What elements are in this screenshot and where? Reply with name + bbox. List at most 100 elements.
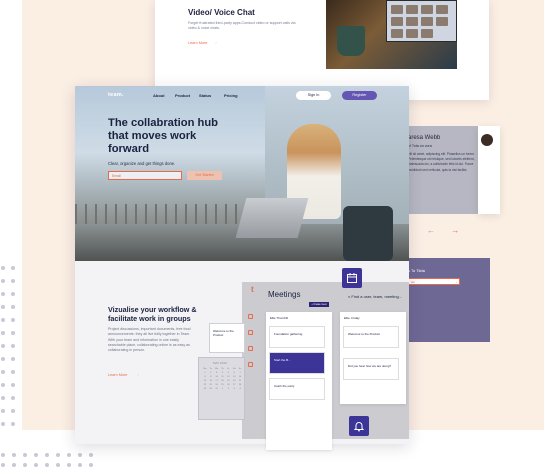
mini-calendar: MAY 2019 Mo Tu We Th Fr Sa Su 1 2 3 4 5 6 7 8 9 10 11 12 13… <box>198 357 245 420</box>
dot <box>11 422 15 426</box>
email-input[interactable]: Email <box>108 171 182 180</box>
dot <box>1 383 5 387</box>
floating-card-title: Welcome to the Product <box>213 329 234 337</box>
dot <box>1 422 5 426</box>
dot <box>11 344 15 348</box>
nav-item-status[interactable]: Status <box>199 93 211 98</box>
section-body: Project discussions, important documents… <box>108 327 191 353</box>
calendar-icon[interactable] <box>342 268 362 288</box>
cta-input-text: am <box>411 280 416 284</box>
feature-title: Video/ Voice Chat <box>188 8 255 17</box>
hero-headline: The collabration hub that moves work for… <box>108 117 219 155</box>
calendar-month: MAY 2019 <box>213 361 227 365</box>
dot <box>11 331 15 335</box>
get-started-button[interactable]: Get Started <box>187 171 222 180</box>
calendar-icon[interactable] <box>248 346 253 351</box>
meetings-column: Ellie Thornhill Foundation gathering Sta… <box>266 312 332 450</box>
dot <box>11 409 15 413</box>
meeting-card-title: Start the B... <box>274 358 291 362</box>
arrow-left-icon[interactable]: ← <box>427 226 435 235</box>
calendar-day[interactable]: 14 <box>237 376 243 378</box>
dot <box>23 463 27 467</box>
laptop-screen <box>386 0 457 42</box>
testimonial-quote: elit sit amet, adipiscing elit. Phasellu… <box>408 152 475 172</box>
feature-learn-more[interactable]: Learn More › <box>188 41 217 45</box>
details-column: Ellie, Friday Welcome to the Product Did… <box>340 312 406 404</box>
dot <box>89 453 93 457</box>
user-icon[interactable] <box>248 362 253 367</box>
testimonial-role: of Tota on vora <box>408 144 432 148</box>
bell-icon[interactable] <box>349 416 369 436</box>
arrow-right-icon[interactable]: → <box>451 226 459 235</box>
hero-photo-chair <box>343 206 393 261</box>
nav-item-product[interactable]: Product <box>175 93 190 98</box>
dot <box>78 453 82 457</box>
dot <box>1 396 5 400</box>
nav-item-about[interactable]: About <box>153 93 165 98</box>
register-button[interactable]: Register <box>342 91 377 100</box>
meetings-app-mockup: t Meetings + Create meet ⌕ Find a user, … <box>242 282 409 450</box>
dot <box>12 453 16 457</box>
dot <box>1 292 5 296</box>
sign-in-button[interactable]: Sign In <box>296 91 331 100</box>
dot <box>45 463 49 467</box>
grid-icon[interactable] <box>248 314 253 319</box>
dot <box>89 463 93 467</box>
dot <box>34 463 38 467</box>
dot <box>11 383 15 387</box>
chat-icon[interactable] <box>248 330 253 335</box>
nav-item-pricing[interactable]: Pricing <box>224 93 238 98</box>
dot <box>11 370 15 374</box>
dot <box>1 370 5 374</box>
dot <box>1 266 5 270</box>
meeting-card[interactable]: Catch the party <box>269 378 325 400</box>
hero-section: team. About Product Status Pricing Sign … <box>75 86 409 261</box>
dot <box>1 279 5 283</box>
calendar-weekday: Su <box>238 368 242 370</box>
meeting-card-active[interactable]: Start the B... <box>269 352 325 374</box>
create-meet-button[interactable]: + Create meet <box>309 302 329 307</box>
calendar-day[interactable]: 7 <box>237 372 243 374</box>
dot <box>1 409 5 413</box>
cta-input[interactable]: am › <box>408 278 460 285</box>
dot <box>11 357 15 361</box>
hero-subtitle: Clear, organize and get things done. <box>108 161 176 166</box>
showcase-stage: Video/ Voice Chat Forget frustrated thir… <box>0 0 544 467</box>
dot <box>23 453 27 457</box>
dot <box>1 305 5 309</box>
feature-description: Forget frustrated third-party apps.Condu… <box>188 21 296 30</box>
chevron-right-icon: › <box>456 280 457 284</box>
floating-meeting-card[interactable]: Welcome to the Product <box>209 323 245 353</box>
calendar-day[interactable]: 28 <box>237 384 243 386</box>
avatar <box>481 134 493 146</box>
dot <box>11 279 15 283</box>
app-search[interactable]: ⌕ Find a user, team, meeting... <box>348 294 402 299</box>
calendar-day[interactable]: 21 <box>237 380 243 382</box>
app-title: Meetings <box>268 290 301 299</box>
dot <box>11 292 15 296</box>
meeting-card-title: Catch the party <box>274 384 295 388</box>
meeting-card[interactable]: Did you hear how we are doing? <box>343 358 399 380</box>
calendar-grid: Mo Tu We Th Fr Sa Su 1 2 3 4 5 6 7 8 9 10 11 12 13 14 15 16 17 1… <box>202 368 243 390</box>
dot <box>34 453 38 457</box>
testimonial-name: aresa Webb <box>408 135 441 141</box>
dot <box>1 331 5 335</box>
dot <box>56 463 60 467</box>
dot <box>78 463 82 467</box>
dot <box>1 344 5 348</box>
testimonial-card-next <box>478 126 500 214</box>
coffee-mug <box>337 26 365 56</box>
carousel-arrows: ← → <box>427 226 459 235</box>
meeting-card[interactable]: Foundation gathering <box>269 326 325 348</box>
meeting-card[interactable]: Welcome to the Product <box>343 326 399 348</box>
app-logo: t <box>251 285 254 294</box>
meeting-card-title: Welcome to the Product <box>348 332 380 336</box>
brand-logo[interactable]: team. <box>108 92 124 98</box>
meeting-card-title: Foundation gathering <box>274 332 303 336</box>
dot <box>11 318 15 322</box>
calendar-day[interactable]: 4 <box>237 388 243 390</box>
cta-title: s To Tiida <box>408 268 425 273</box>
dot <box>11 266 15 270</box>
meeting-card-title: Did you hear how we are doing? <box>348 364 392 368</box>
section-learn-more[interactable]: Learn More › <box>108 373 139 377</box>
